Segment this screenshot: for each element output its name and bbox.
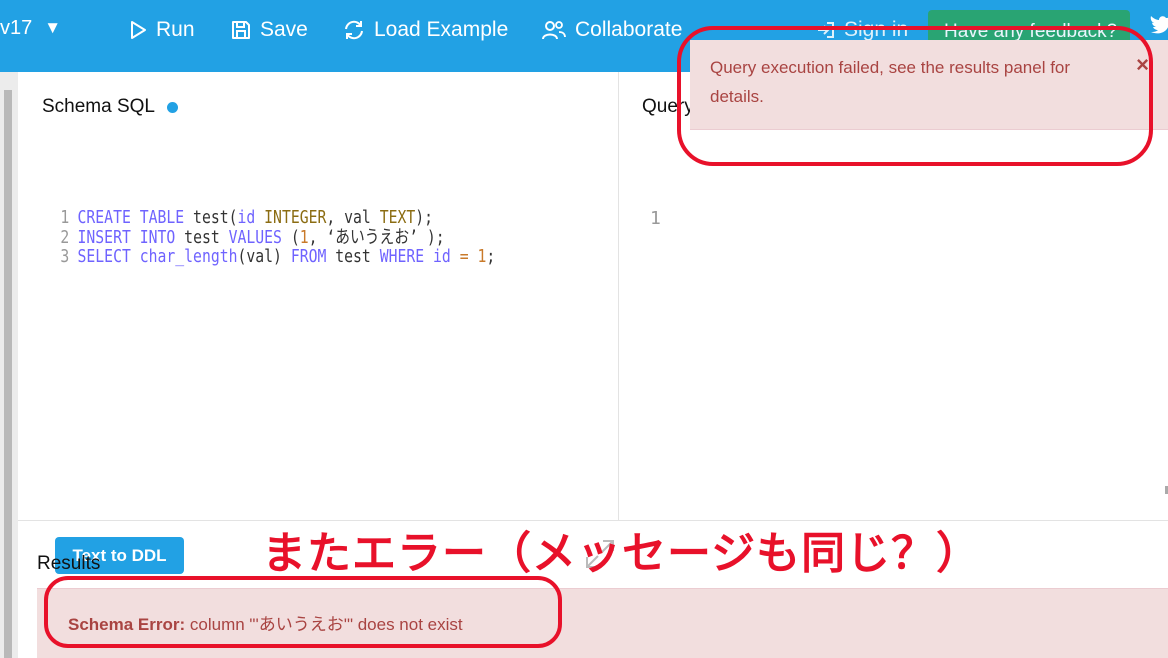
code-token: SELECT <box>77 246 131 267</box>
code-token: test <box>326 246 380 267</box>
version-label: v17 <box>0 16 33 39</box>
code-token: TABLE <box>139 207 185 228</box>
line-number: 1 <box>650 208 661 229</box>
save-button[interactable]: Save <box>230 0 308 60</box>
line-number: 1 <box>60 207 70 228</box>
database-version-selector[interactable]: v17 ▼ <box>0 0 61 56</box>
users-icon <box>542 21 566 40</box>
left-scrollbar[interactable] <box>0 72 18 658</box>
load-example-button[interactable]: Load Example <box>342 0 508 60</box>
collaborate-button[interactable]: Collaborate <box>541 0 682 60</box>
code-token: 1 <box>477 246 487 267</box>
results-title: Results <box>37 553 101 574</box>
code-line: 3 SELECT char_length (val) FROM test WHER… <box>48 247 638 267</box>
code-token: CREATE <box>77 207 131 228</box>
floppy-disk-icon <box>232 21 250 39</box>
code-token: , val <box>326 207 380 228</box>
run-button[interactable]: Run <box>128 0 195 60</box>
code-token: test( <box>184 207 238 228</box>
schema-panel: Schema SQL 1 CREATE TABLE test(id INTEGE… <box>18 72 619 574</box>
save-label: Save <box>260 18 308 41</box>
code-token: TEXT <box>379 207 416 228</box>
schema-panel-title: Schema SQL <box>42 96 178 118</box>
code-token: (val) <box>237 246 291 267</box>
run-label: Run <box>156 18 195 41</box>
code-token: WHERE <box>379 246 425 267</box>
line-number: 2 <box>60 226 70 248</box>
code-token: test <box>175 226 229 248</box>
twitter-icon[interactable] <box>1150 14 1168 34</box>
code-token: ; <box>486 246 496 267</box>
query-editor[interactable]: 1 <box>650 208 661 229</box>
refresh-icon <box>345 20 363 40</box>
scrollbar-thumb[interactable] <box>4 90 12 658</box>
play-icon <box>131 21 146 39</box>
code-token: , ‘あいうえお’ ); <box>308 226 445 248</box>
schema-title-text: Schema SQL <box>42 96 155 117</box>
code-token: id <box>237 207 256 228</box>
load-example-label: Load Example <box>374 18 509 41</box>
code-line: 1 CREATE TABLE test(id INTEGER, val TEXT… <box>48 208 638 228</box>
collaborate-label: Collaborate <box>575 18 683 41</box>
annotation-circle-toast <box>677 26 1153 166</box>
code-token: 1 <box>299 226 309 248</box>
code-token: ( <box>281 226 300 248</box>
code-token: INTEGER <box>264 207 327 228</box>
code-token: = <box>450 246 478 267</box>
code-token: FROM <box>290 246 327 267</box>
code-token: INSERT <box>77 226 131 248</box>
code-line: 2 INSERT INTO test VALUES (1, ‘あいうえお’ ); <box>48 226 638 248</box>
annotation-circle-error <box>44 576 562 648</box>
caret-down-icon: ▼ <box>44 18 62 37</box>
code-token: id <box>433 246 451 267</box>
annotation-text: またエラー（メッセージも同じ？） <box>262 529 982 578</box>
code-token: ); <box>415 207 434 228</box>
code-token: char_length <box>139 246 238 267</box>
code-token: VALUES <box>228 226 282 248</box>
unsaved-dot-icon <box>167 101 178 113</box>
code-token: INTO <box>139 226 176 248</box>
line-number: 3 <box>60 246 70 267</box>
